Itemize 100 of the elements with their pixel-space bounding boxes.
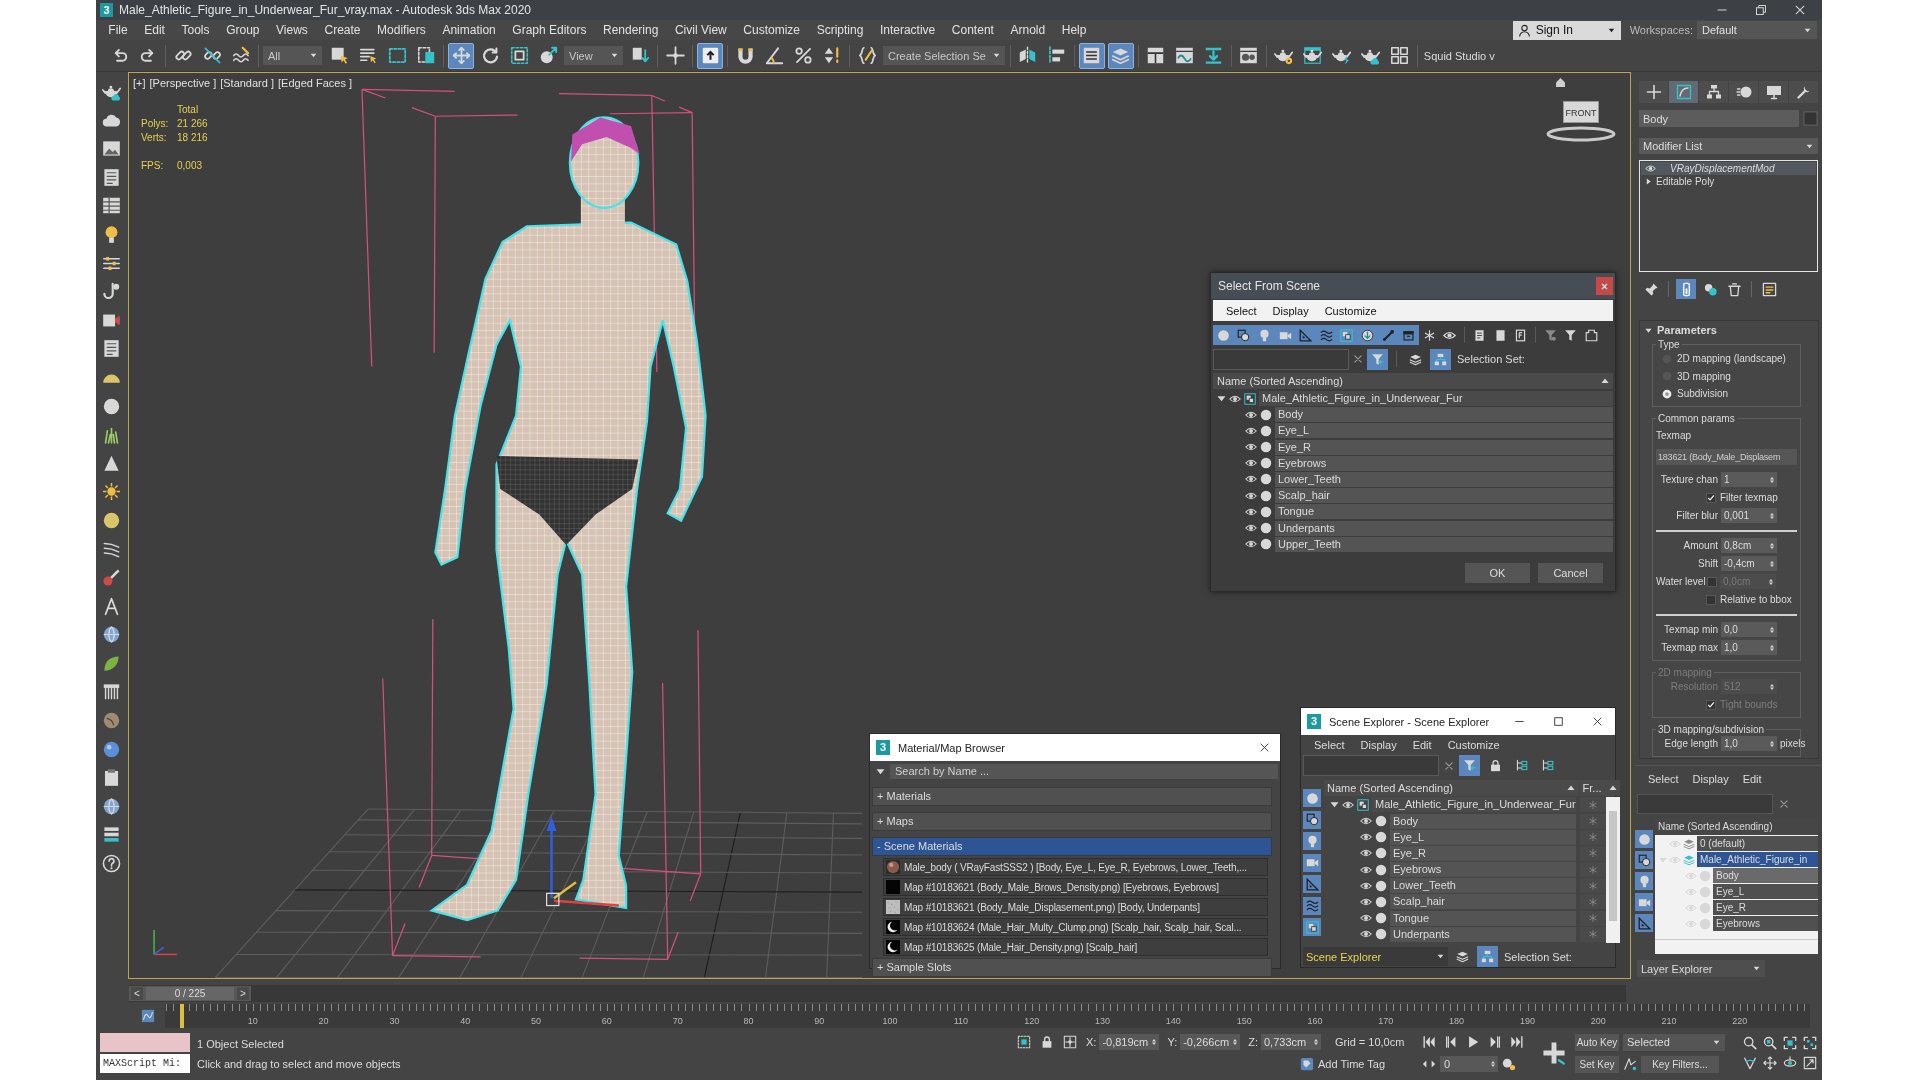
filter-button[interactable] (1303, 896, 1321, 915)
menu-item[interactable]: Arnold (1002, 23, 1054, 37)
menu-item[interactable]: Display (1264, 304, 1317, 317)
menu-item[interactable]: Customize (1316, 304, 1385, 317)
four-arrows-icon[interactable] (1763, 1056, 1777, 1070)
tree-item[interactable]: Upper_Teeth (1275, 536, 1613, 552)
close-icon[interactable] (1592, 716, 1603, 727)
spinner-field[interactable]: 0,8cm (1721, 538, 1777, 553)
menu-item[interactable]: Animation (434, 23, 505, 37)
script-input-field[interactable]: MAXScript Mi: (100, 1054, 190, 1073)
zigzag-line-icon[interactable] (1623, 1057, 1637, 1071)
tree-item[interactable]: Underpants (1390, 926, 1576, 942)
lock-icon[interactable] (1040, 1035, 1054, 1049)
maximize-icon[interactable] (1553, 716, 1564, 727)
previous-frame-icon[interactable] (1444, 1034, 1458, 1049)
toolbar-dropdown[interactable]: All (263, 46, 322, 65)
eye-icon[interactable] (1645, 163, 1656, 174)
workspace-dropdown[interactable]: Default (1697, 21, 1817, 39)
toolbar-button[interactable] (1107, 42, 1134, 69)
sphere-icon[interactable] (101, 510, 121, 530)
toolbar-button[interactable] (1430, 348, 1451, 370)
viewport-menu-label[interactable]: [Standard ] (220, 77, 274, 89)
viewport-menu-label[interactable]: [Edged Faces ] (278, 77, 352, 89)
isolate-icon[interactable] (1017, 1035, 1031, 1049)
next-frame-button[interactable]: > (237, 987, 249, 1000)
viewport-menu-label[interactable]: [Perspective ] (149, 77, 217, 89)
dialog-button[interactable]: OK (1465, 563, 1530, 583)
search-field[interactable] (1303, 755, 1439, 777)
menu-item[interactable]: Display (1687, 773, 1738, 789)
menu-item[interactable]: File (100, 23, 136, 37)
document-icon[interactable] (101, 339, 121, 359)
close-button[interactable] (1596, 277, 1613, 295)
tree-item[interactable]: Underpants (1275, 520, 1613, 536)
cracked-sphere-icon[interactable] (101, 711, 121, 731)
curve-editor-icon[interactable] (141, 1009, 155, 1023)
coordinate-field[interactable]: -0,819cm (1099, 1034, 1160, 1050)
viewcube-face[interactable]: FRONT (1563, 101, 1599, 123)
menu-item[interactable]: Customize (1439, 739, 1508, 752)
menu-item[interactable]: Modifiers (368, 23, 435, 37)
command-tab[interactable] (1699, 81, 1728, 103)
previous-frame-button[interactable]: < (131, 987, 143, 1000)
tree-item[interactable]: Eyebrows (1275, 455, 1613, 471)
menu-item[interactable]: Select (1218, 304, 1265, 317)
picture-icon[interactable] (101, 139, 121, 159)
filter-button[interactable] (1303, 810, 1321, 829)
group-header[interactable]: - Scene Materials (872, 837, 1272, 856)
toolbar-button[interactable] (1078, 42, 1105, 69)
menu-item[interactable]: Select (1643, 773, 1688, 789)
collapsed-arrow-icon[interactable] (1645, 178, 1652, 185)
spinner-field[interactable]: 0,001 (1721, 508, 1777, 523)
spinner-field[interactable]: 0,0 (1721, 622, 1777, 637)
tree-item[interactable]: Lower_Teeth (1390, 878, 1576, 894)
filter-button[interactable] (1303, 918, 1321, 937)
sign-in-dropdown[interactable]: Sign In (1512, 20, 1621, 40)
brush-icon[interactable] (101, 568, 121, 588)
menu-item[interactable]: Group (217, 23, 268, 37)
filter-button[interactable] (1303, 832, 1321, 851)
coordinate-field[interactable]: 0,733cm (1261, 1034, 1321, 1050)
search-field[interactable] (1213, 348, 1349, 370)
crosshair-square-icon[interactable] (1063, 1035, 1077, 1049)
checkbox-option[interactable]: Filter texmap (1656, 488, 1797, 507)
tree-item[interactable]: Body (1390, 813, 1576, 829)
coordinate-field[interactable]: -0,266cm (1180, 1034, 1241, 1050)
command-tab[interactable] (1759, 81, 1788, 103)
group-header[interactable]: + Maps (872, 812, 1272, 831)
menu-item[interactable]: Graph Editors (504, 23, 595, 37)
orbit-icon[interactable] (1783, 1056, 1797, 1070)
tree-item[interactable]: Male_Athletic_Figure_in_Underwear_Fur (1372, 797, 1576, 813)
globe-icon[interactable] (101, 625, 121, 645)
sphere-icon[interactable] (101, 396, 121, 416)
filter-button[interactable] (1635, 851, 1653, 869)
frame-corners-icon[interactable] (1783, 1036, 1797, 1050)
toolbar-button[interactable] (448, 42, 474, 69)
search-field[interactable] (1637, 794, 1773, 814)
filter-button[interactable] (1303, 853, 1321, 872)
radio-option[interactable]: 2D mapping (landscape) (1656, 350, 1797, 368)
material-item[interactable]: Map #10183624 (Male_Hair_Multy_Clump.png) [Scalp_hair, Scalp_hair, Scal... (883, 918, 1268, 936)
add-time-tag-link[interactable]: Add Time Tag (1318, 1058, 1386, 1070)
auto-key-button[interactable]: Auto Key (1575, 1033, 1619, 1051)
modifier-item[interactable]: VRayDisplacementMod (1641, 162, 1816, 175)
help-icon[interactable] (101, 854, 121, 874)
leaf-icon[interactable] (101, 653, 121, 673)
field-of-view-icon[interactable] (1743, 1056, 1757, 1070)
time-configuration-icon[interactable] (1502, 1057, 1516, 1071)
dialog-button[interactable]: Cancel (1538, 563, 1603, 583)
material-item[interactable]: Map #10183621 (Body_Male_Displasement.png) [Body, Underpants] (883, 898, 1268, 916)
group-header[interactable]: + Materials (872, 787, 1272, 806)
texmap-button[interactable]: 183621 (Body_Male_Displasem (1656, 448, 1797, 465)
script-output-field[interactable] (100, 1033, 190, 1052)
compass-ring-icon[interactable] (1546, 126, 1616, 142)
modifier-item[interactable]: Editable Poly (1641, 175, 1816, 188)
home-icon[interactable] (1555, 77, 1566, 88)
tree-item[interactable]: Eyebrows (1390, 862, 1576, 878)
close-icon[interactable] (1259, 742, 1270, 753)
menu-item[interactable]: Select (1306, 739, 1353, 752)
tree-item[interactable]: Eye_L (1390, 829, 1576, 845)
filter-button[interactable] (1398, 325, 1419, 345)
column-header[interactable]: Name (Sorted Ascending) (1324, 780, 1579, 797)
stack-icon[interactable] (101, 825, 121, 845)
toolbar-button[interactable] (1367, 348, 1388, 370)
